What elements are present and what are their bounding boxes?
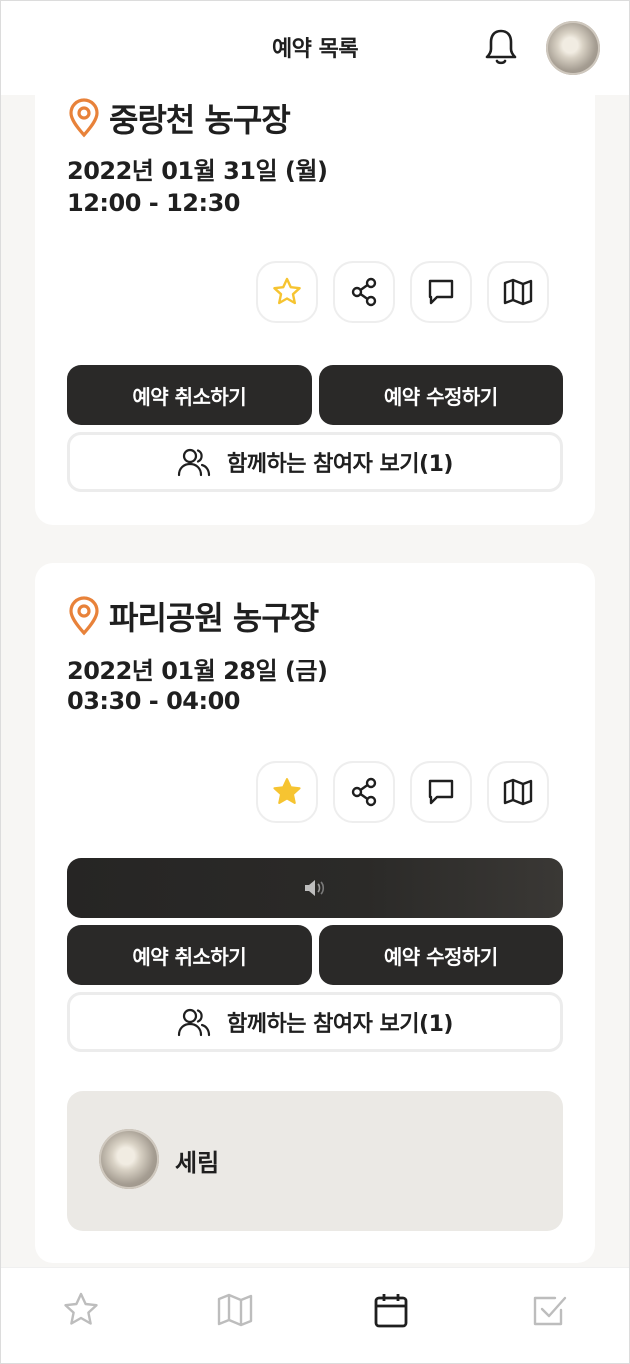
participant-avatar[interactable] bbox=[99, 1129, 159, 1189]
place-name: 파리공원 농구장 bbox=[109, 599, 319, 637]
view-participants-label: 함께하는 참여자 보기(1) bbox=[227, 452, 453, 477]
action-icon-row bbox=[256, 261, 549, 323]
reservation-actions: 예약 취소하기 예약 수정하기 bbox=[67, 925, 563, 985]
place-title: 중랑천 농구장 bbox=[67, 95, 291, 141]
map-button[interactable] bbox=[487, 761, 549, 823]
nav-favorites[interactable] bbox=[61, 1290, 105, 1334]
app-frame: 예약 목록 중랑천 농구장 2022년 01월 31일 (월) 12:00 - … bbox=[0, 0, 630, 1364]
reservation-time: 03:30 - 04:00 bbox=[67, 687, 240, 715]
reservation-card: 중랑천 농구장 2022년 01월 31일 (월) 12:00 - 12:30 bbox=[35, 61, 595, 525]
star-outline-icon bbox=[273, 277, 301, 305]
participant-list: 세림 bbox=[67, 1091, 563, 1231]
chat-icon bbox=[428, 279, 454, 305]
share-button[interactable] bbox=[333, 261, 395, 323]
share-button[interactable] bbox=[333, 761, 395, 823]
bell-icon[interactable] bbox=[483, 27, 519, 67]
star-filled-icon bbox=[273, 778, 301, 804]
cancel-reservation-button[interactable]: 예약 취소하기 bbox=[67, 925, 312, 985]
edit-reservation-button[interactable]: 예약 수정하기 bbox=[318, 925, 563, 985]
map-button[interactable] bbox=[487, 261, 549, 323]
map-icon bbox=[503, 778, 533, 806]
reservation-date: 2022년 01월 28일 (금) bbox=[67, 657, 328, 685]
reservation-card: 파리공원 농구장 2022년 01월 28일 (금) 03:30 - 04:00 bbox=[35, 563, 595, 1263]
chat-button[interactable] bbox=[410, 261, 472, 323]
favorite-button[interactable] bbox=[256, 261, 318, 323]
checkbox-icon bbox=[533, 1296, 567, 1326]
edit-reservation-button[interactable]: 예약 수정하기 bbox=[318, 365, 563, 425]
profile-avatar[interactable] bbox=[546, 21, 600, 75]
share-icon bbox=[351, 277, 377, 307]
place-title: 파리공원 농구장 bbox=[67, 593, 319, 639]
chat-button[interactable] bbox=[410, 761, 472, 823]
chat-icon bbox=[428, 779, 454, 805]
reservation-actions: 예약 취소하기 예약 수정하기 bbox=[67, 365, 563, 425]
share-icon bbox=[351, 777, 377, 807]
calendar-icon bbox=[374, 1294, 408, 1328]
location-pin-icon bbox=[69, 596, 99, 636]
location-pin-icon bbox=[69, 98, 99, 138]
header: 예약 목록 bbox=[1, 1, 629, 95]
people-icon bbox=[177, 1008, 211, 1037]
nav-checklist[interactable] bbox=[529, 1290, 573, 1334]
map-icon bbox=[217, 1293, 253, 1327]
map-icon bbox=[503, 278, 533, 306]
action-icon-row bbox=[256, 761, 549, 823]
favorite-button[interactable] bbox=[256, 761, 318, 823]
cancel-reservation-button[interactable]: 예약 취소하기 bbox=[67, 365, 312, 425]
nav-reservations[interactable] bbox=[371, 1290, 415, 1334]
reservation-date: 2022년 01월 31일 (월) bbox=[67, 157, 328, 185]
bottom-nav bbox=[1, 1267, 629, 1363]
view-participants-label: 함께하는 참여자 보기(1) bbox=[227, 1012, 453, 1037]
star-icon bbox=[64, 1292, 98, 1325]
place-name: 중랑천 농구장 bbox=[109, 101, 291, 139]
people-icon bbox=[177, 448, 211, 477]
participant-name: 세림 bbox=[175, 1149, 220, 1177]
view-participants-button[interactable]: 함께하는 참여자 보기(1) bbox=[67, 432, 563, 492]
page-title: 예약 목록 bbox=[271, 37, 359, 62]
nav-map[interactable] bbox=[215, 1290, 259, 1334]
speaker-icon bbox=[305, 880, 325, 896]
audio-bar[interactable] bbox=[67, 858, 563, 918]
reservation-time: 12:00 - 12:30 bbox=[67, 189, 240, 217]
view-participants-button[interactable]: 함께하는 참여자 보기(1) bbox=[67, 992, 563, 1052]
